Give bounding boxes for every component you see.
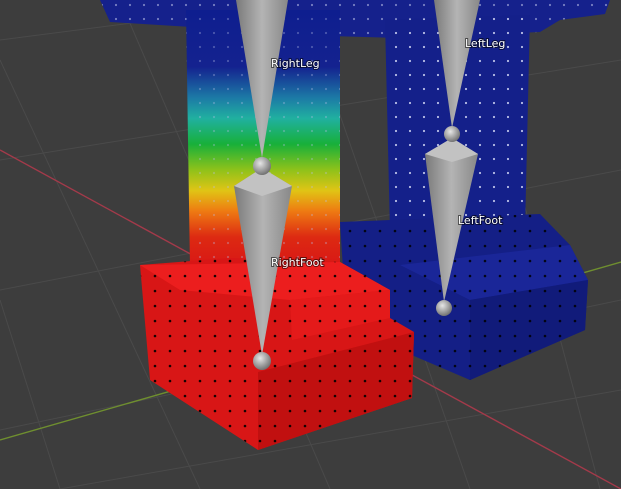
bone-label-rightleg: RightLeg <box>271 57 320 70</box>
hip-mesh <box>100 0 610 38</box>
joint-rightleg-tail[interactable] <box>253 157 271 175</box>
right-foot-mesh <box>140 258 414 450</box>
bone-label-leftleg: LeftLeg <box>465 37 505 50</box>
3d-viewport[interactable]: RightLeg LeftLeg RightFoot LeftFoot <box>0 0 621 489</box>
bone-label-leftfoot: LeftFoot <box>458 214 503 227</box>
joint-rightfoot-tail[interactable] <box>253 352 271 370</box>
bone-label-rightfoot: RightFoot <box>271 256 324 269</box>
joint-leftfoot-tail[interactable] <box>436 300 452 316</box>
joint-leftleg-tail[interactable] <box>444 126 460 142</box>
viewport-canvas[interactable]: RightLeg LeftLeg RightFoot LeftFoot <box>0 0 621 489</box>
